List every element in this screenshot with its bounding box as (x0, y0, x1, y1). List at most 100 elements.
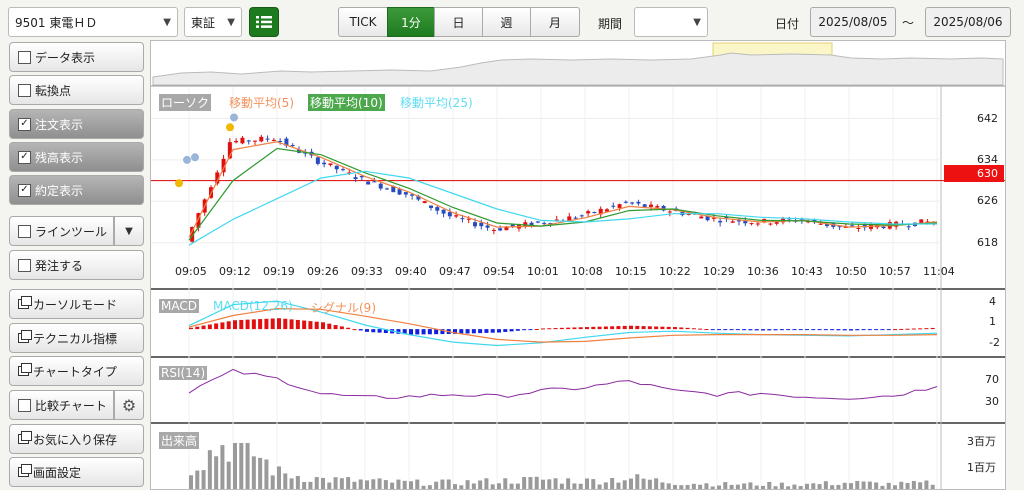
compare-chart-toggle[interactable]: 比較チャート (9, 390, 114, 420)
volume-bar (226, 461, 231, 489)
window-icon (18, 431, 32, 444)
order-display-toggle[interactable]: ✓ 注文表示 (9, 109, 144, 139)
symbol-select[interactable]: 9501 東電ＨＤ ▼ (8, 7, 178, 37)
symbol-label: 9501 東電ＨＤ (15, 15, 98, 30)
date-from-input[interactable]: 2025/08/05 (810, 7, 896, 37)
macd-histogram-bar (647, 326, 652, 330)
screen-settings-button[interactable]: 画面設定 (9, 457, 144, 487)
macd-histogram-bar (679, 327, 684, 330)
volume-bar (534, 476, 539, 489)
volume-bar (616, 482, 621, 489)
volume-bar (735, 484, 740, 489)
volume-bar (321, 477, 325, 489)
ma10-line (188, 147, 938, 241)
volume-tick-label: 3百万 (967, 435, 996, 448)
tab-weekly[interactable]: 週 (482, 7, 531, 37)
candle-body (818, 223, 823, 225)
macd-histogram-bar (641, 326, 646, 330)
time-tick-label: 09:19 (263, 265, 295, 278)
candle-body (768, 223, 773, 225)
chart-panel[interactable]: ローソク 移動平均(5) 移動平均(10) 移動平均(25) MACD MACD… (150, 40, 1006, 490)
list-icon (256, 16, 272, 28)
volume-tick-label: 1百万 (967, 461, 996, 474)
turning-point-toggle[interactable]: 転換点 (9, 75, 144, 105)
compare-settings-button[interactable]: ⚙ (114, 390, 144, 420)
tab-1min[interactable]: 1分 (387, 7, 435, 37)
volume-bar (415, 479, 420, 489)
tab-daily[interactable]: 日 (434, 7, 483, 37)
tab-monthly[interactable]: 月 (530, 7, 580, 37)
data-display-toggle[interactable]: データ表示 (9, 42, 144, 72)
macd-histogram-bar (478, 329, 483, 334)
macd-histogram-bar (585, 327, 589, 330)
volume-bar (585, 478, 589, 489)
balance-display-toggle[interactable]: ✓ 残高表示 (9, 142, 144, 172)
candle (661, 204, 666, 212)
candle-body (253, 140, 257, 142)
volume-bar (352, 481, 357, 489)
candle-body (636, 201, 641, 204)
date-to-input[interactable]: 2025/08/06 (925, 7, 1011, 37)
line-tool-dropdown[interactable]: ▼ (114, 216, 144, 246)
volume-bar (874, 482, 879, 489)
macd-histogram-bar (616, 326, 621, 330)
candle-body (259, 136, 264, 142)
volume-bar (893, 485, 897, 489)
candle-body (460, 218, 465, 220)
macd-histogram-bar (735, 329, 740, 331)
candle-body (718, 220, 723, 223)
volume-bar (698, 484, 703, 489)
candle (611, 202, 616, 209)
candle (322, 159, 327, 168)
candle-body (378, 183, 383, 189)
time-tick-label: 10:08 (571, 265, 603, 278)
macd-histogram-bar (698, 328, 703, 330)
candle-body (341, 169, 345, 171)
candle-body (473, 222, 477, 227)
macd-histogram-bar (471, 329, 476, 334)
volume-bar (233, 443, 237, 489)
volume-bar (402, 480, 407, 489)
list-view-button[interactable] (249, 7, 279, 37)
macd-histogram-bar (522, 329, 527, 331)
window-icon (18, 363, 32, 376)
tab-tick[interactable]: TICK (338, 7, 388, 37)
chevron-down-icon: ▼ (163, 16, 171, 28)
candle-body (328, 163, 333, 166)
time-tick-label: 11:04 (923, 265, 955, 278)
candle-body (579, 215, 584, 217)
macd-histogram-bar (295, 319, 300, 330)
macd-histogram-bar (830, 329, 835, 331)
candle (535, 221, 540, 224)
volume-bar (610, 477, 615, 489)
volume-bar (591, 479, 596, 489)
save-favorite-button[interactable]: お気に入り保存 (9, 424, 144, 454)
macd-histogram-bar (220, 322, 225, 330)
legend-macd-param: MACD(12,26) (213, 299, 293, 313)
candle (328, 163, 333, 167)
macd-histogram-bar (251, 319, 256, 330)
time-tick-label: 09:40 (395, 265, 427, 278)
time-tick-label: 09:33 (351, 265, 383, 278)
cursor-mode-button[interactable]: カーソルモード (9, 289, 144, 319)
period-select[interactable]: ▼ (634, 7, 708, 37)
candle (378, 182, 383, 191)
volume-bar (930, 484, 935, 489)
macd-histogram-bar (905, 328, 910, 330)
execution-display-toggle[interactable]: ✓ 約定表示 (9, 175, 144, 205)
technical-indicator-button[interactable]: テクニカル指標 (9, 323, 144, 353)
order-marker (230, 113, 238, 122)
candle-body (642, 204, 647, 207)
place-order-toggle[interactable]: 発注する (9, 250, 144, 280)
volume-bar (823, 481, 828, 489)
volume-bar (811, 483, 816, 489)
chart-type-button[interactable]: チャートタイプ (9, 356, 144, 386)
line-tool-toggle[interactable]: ラインツール (9, 216, 114, 246)
macd-histogram-bar (717, 329, 721, 331)
overview-navigator[interactable] (151, 41, 1005, 87)
macd-histogram-bar (321, 322, 325, 330)
candle (856, 224, 861, 232)
market-select[interactable]: 東証 ▼ (184, 7, 242, 37)
candle (422, 200, 427, 204)
macd-histogram-bar (195, 326, 200, 330)
